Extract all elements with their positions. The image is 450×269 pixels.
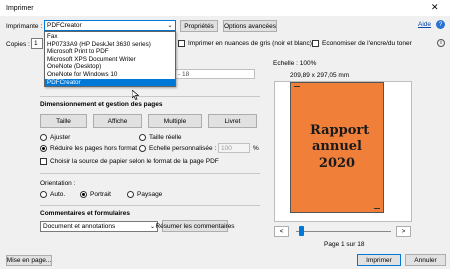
orientation-landscape-radio[interactable]: [127, 191, 134, 198]
advanced-options-button[interactable]: Options avancées: [223, 20, 277, 32]
save-ink-checkbox[interactable]: [312, 40, 319, 47]
mouse-cursor-icon: [132, 90, 139, 100]
printer-option-selected[interactable]: PDFCreator: [45, 78, 175, 87]
preview-page: Rapport annuel 2020: [290, 82, 384, 213]
actual-size-radio[interactable]: [139, 134, 146, 141]
copies-value: 1: [34, 40, 38, 47]
info-icon[interactable]: i: [437, 39, 445, 47]
multiple-button[interactable]: Multiple: [148, 114, 202, 128]
fit-radio[interactable]: [40, 134, 47, 141]
separator: [40, 96, 260, 97]
preview-scale: Echelle : 100%: [273, 60, 317, 67]
chevron-down-icon[interactable]: ⌄: [165, 21, 175, 30]
separator: [40, 173, 260, 174]
booklet-button[interactable]: Livret: [208, 114, 257, 128]
printer-option[interactable]: Microsoft XPS Document Writer: [45, 56, 175, 64]
preview-dimensions: 209,89 x 297,05 mm: [290, 72, 350, 79]
orientation-auto-radio[interactable]: [40, 191, 47, 198]
page-slider-track[interactable]: [296, 231, 391, 232]
cancel-button[interactable]: Annuler: [405, 254, 446, 266]
help-link[interactable]: Aide: [418, 21, 431, 29]
printer-dropdown-list: Fax HP0733A9 (HP DeskJet 3630 series) Mi…: [44, 31, 176, 87]
next-page-button[interactable]: >: [396, 226, 411, 237]
scale-unit: %: [253, 145, 259, 152]
pages-range-value: - 18: [178, 70, 190, 78]
shrink-radio[interactable]: [40, 145, 47, 152]
printer-selected-value: PDFCreator: [47, 22, 82, 29]
printer-option[interactable]: Microsoft Print to PDF: [45, 48, 175, 56]
page-corner-mark: [294, 86, 300, 87]
page-setup-button[interactable]: Mise en page...: [6, 255, 52, 266]
close-icon[interactable]: ✕: [431, 3, 439, 12]
pages-range-input[interactable]: - 18: [175, 69, 255, 79]
print-button[interactable]: Imprimer: [357, 254, 401, 266]
orientation-landscape-label[interactable]: Paysage: [137, 191, 162, 199]
summarize-comments-button[interactable]: Résumer les commentaires: [155, 220, 235, 232]
orientation-portrait-label[interactable]: Portrait: [90, 191, 111, 199]
paper-source-label[interactable]: Choisir la source de papier selon le for…: [50, 158, 219, 166]
grayscale-checkbox[interactable]: [178, 40, 185, 47]
help-icon[interactable]: ?: [436, 20, 445, 29]
printer-option[interactable]: Fax: [45, 33, 175, 41]
properties-button[interactable]: Propriétés: [180, 20, 218, 32]
printer-label: Imprimante :: [6, 23, 43, 30]
poster-button[interactable]: Affiche: [93, 114, 142, 128]
comments-section-title: Commentaires et formulaires: [40, 210, 130, 217]
printer-select[interactable]: PDFCreator: [44, 20, 176, 31]
separator: [40, 205, 260, 206]
printer-option[interactable]: HP0733A9 (HP DeskJet 3630 series): [45, 41, 175, 49]
printer-option[interactable]: OneNote (Desktop): [45, 63, 175, 71]
page-corner-mark: [374, 208, 380, 209]
custom-scale-value: 100: [221, 144, 232, 152]
size-button[interactable]: Taille: [40, 114, 87, 128]
prev-page-button[interactable]: <: [274, 226, 289, 237]
title-bar: [0, 0, 450, 16]
preview-page-title: Rapport annuel 2020: [310, 123, 370, 171]
comments-select[interactable]: Document et annotations: [40, 221, 158, 232]
sizing-section-title: Dimensionnement et gestion des pages: [40, 101, 163, 108]
orientation-portrait-radio[interactable]: [80, 191, 87, 198]
copies-input[interactable]: 1: [31, 38, 43, 49]
actual-size-label[interactable]: Taille réelle: [149, 134, 182, 142]
custom-scale-input[interactable]: 100: [218, 143, 250, 153]
copies-label: Copies :: [6, 41, 30, 48]
grayscale-label[interactable]: Imprimer en nuances de gris (noir et bla…: [188, 40, 312, 48]
save-ink-label[interactable]: Economiser de l'encre/du toner: [322, 40, 412, 48]
page-slider-thumb[interactable]: [299, 226, 304, 236]
paper-source-checkbox[interactable]: [40, 158, 47, 165]
orientation-auto-label[interactable]: Auto.: [50, 191, 65, 199]
window-title: Imprimer: [6, 5, 34, 12]
custom-scale-label[interactable]: Echelle personnalisée :: [149, 145, 216, 153]
page-info: Page 1 sur 18: [324, 241, 365, 248]
printer-option[interactable]: OneNote for Windows 10: [45, 71, 175, 79]
fit-label[interactable]: Ajuster: [50, 134, 70, 142]
orientation-title: Orientation :: [40, 180, 76, 187]
custom-scale-radio[interactable]: [139, 145, 146, 152]
shrink-label[interactable]: Réduire les pages hors format: [50, 145, 137, 153]
comments-selected-value: Document et annotations: [43, 223, 116, 230]
